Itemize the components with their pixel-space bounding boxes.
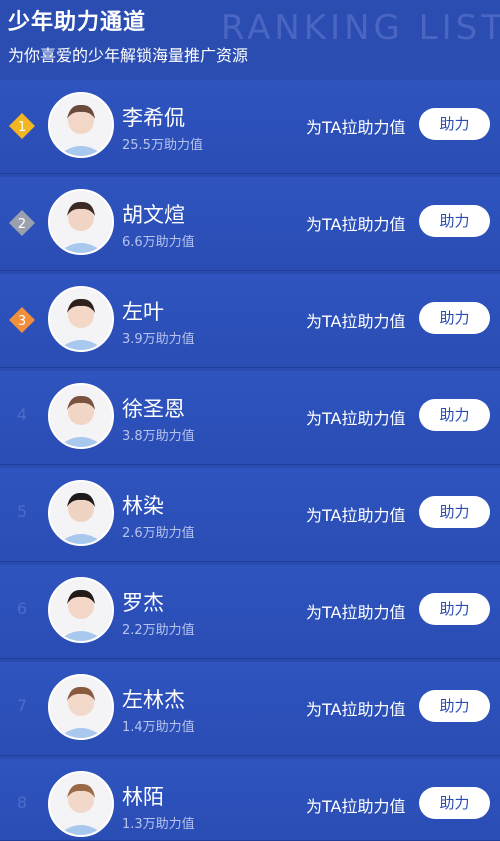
rank-number: 4: [16, 405, 28, 424]
page-title: 少年助力通道: [8, 10, 147, 35]
boost-points: 3.8万助力值: [122, 429, 195, 444]
boost-points: 6.6万助力值: [122, 235, 195, 250]
boost-button[interactable]: 助力: [419, 108, 490, 140]
ranking-row: 2 胡文煊 6.6万助力值 为TA拉助力值 助力: [0, 177, 500, 271]
ranking-row: 7 左林杰 1.4万助力值 为TA拉助力值 助力: [0, 662, 500, 756]
boost-button[interactable]: 助力: [419, 593, 490, 625]
boost-points: 2.2万助力值: [122, 623, 195, 638]
contestant-name: 罗杰: [122, 591, 164, 615]
avatar[interactable]: [48, 674, 114, 740]
boost-points: 2.6万助力值: [122, 526, 195, 541]
rank-number: 6: [16, 599, 28, 618]
rank-number: 2: [18, 217, 26, 232]
cta-text: 为TA拉助力值: [306, 409, 406, 428]
rank-number: 7: [16, 696, 28, 715]
ranking-row: 6 罗杰 2.2万助力值 为TA拉助力值 助力: [0, 565, 500, 659]
contestant-name: 李希侃: [122, 106, 185, 130]
boost-points: 1.4万助力值: [122, 720, 195, 735]
boost-button[interactable]: 助力: [419, 787, 490, 819]
avatar[interactable]: [48, 577, 114, 643]
boost-button[interactable]: 助力: [419, 399, 490, 431]
page-subtitle: 为你喜爱的少年解锁海量推广资源: [8, 46, 249, 65]
contestant-name: 林染: [122, 494, 164, 518]
silver-badge-icon: 2: [8, 209, 36, 237]
contestant-name: 林陌: [122, 785, 164, 809]
cta-text: 为TA拉助力值: [306, 215, 406, 234]
contestant-name: 左林杰: [122, 688, 185, 712]
boost-points: 25.5万助力值: [122, 138, 203, 153]
avatar[interactable]: [48, 92, 114, 158]
boost-points: 3.9万助力值: [122, 332, 195, 347]
contestant-name: 左叶: [122, 300, 164, 324]
ranking-list-watermark: RANKING LIST: [220, 8, 500, 48]
boost-button[interactable]: 助力: [419, 496, 490, 528]
boost-button[interactable]: 助力: [419, 302, 490, 334]
ranking-row: 5 林染 2.6万助力值 为TA拉助力值 助力: [0, 468, 500, 562]
cta-text: 为TA拉助力值: [306, 603, 406, 622]
rank-number: 1: [18, 120, 26, 135]
avatar[interactable]: [48, 771, 114, 837]
rank-number: 3: [18, 314, 26, 329]
ranking-row: 1 李希侃 25.5万助力值 为TA拉助力值 助力: [0, 80, 500, 174]
cta-text: 为TA拉助力值: [306, 118, 406, 137]
cta-text: 为TA拉助力值: [306, 506, 406, 525]
avatar[interactable]: [48, 286, 114, 352]
avatar[interactable]: [48, 189, 114, 255]
rank-number: 8: [16, 793, 28, 812]
cta-text: 为TA拉助力值: [306, 312, 406, 331]
rank-number: 5: [16, 502, 28, 521]
ranking-row: 4 徐圣恩 3.8万助力值 为TA拉助力值 助力: [0, 371, 500, 465]
header: RANKING LIST 少年助力通道 为你喜爱的少年解锁海量推广资源: [0, 0, 500, 80]
gold-badge-icon: 1: [8, 112, 36, 140]
boost-button[interactable]: 助力: [419, 690, 490, 722]
boost-points: 1.3万助力值: [122, 817, 195, 832]
cta-text: 为TA拉助力值: [306, 797, 406, 816]
contestant-name: 徐圣恩: [122, 397, 185, 421]
contestant-name: 胡文煊: [122, 203, 185, 227]
avatar[interactable]: [48, 480, 114, 546]
bronze-badge-icon: 3: [8, 306, 36, 334]
ranking-row: 3 左叶 3.9万助力值 为TA拉助力值 助力: [0, 274, 500, 368]
avatar[interactable]: [48, 383, 114, 449]
cta-text: 为TA拉助力值: [306, 700, 406, 719]
ranking-row: 8 林陌 1.3万助力值 为TA拉助力值 助力: [0, 759, 500, 841]
boost-button[interactable]: 助力: [419, 205, 490, 237]
